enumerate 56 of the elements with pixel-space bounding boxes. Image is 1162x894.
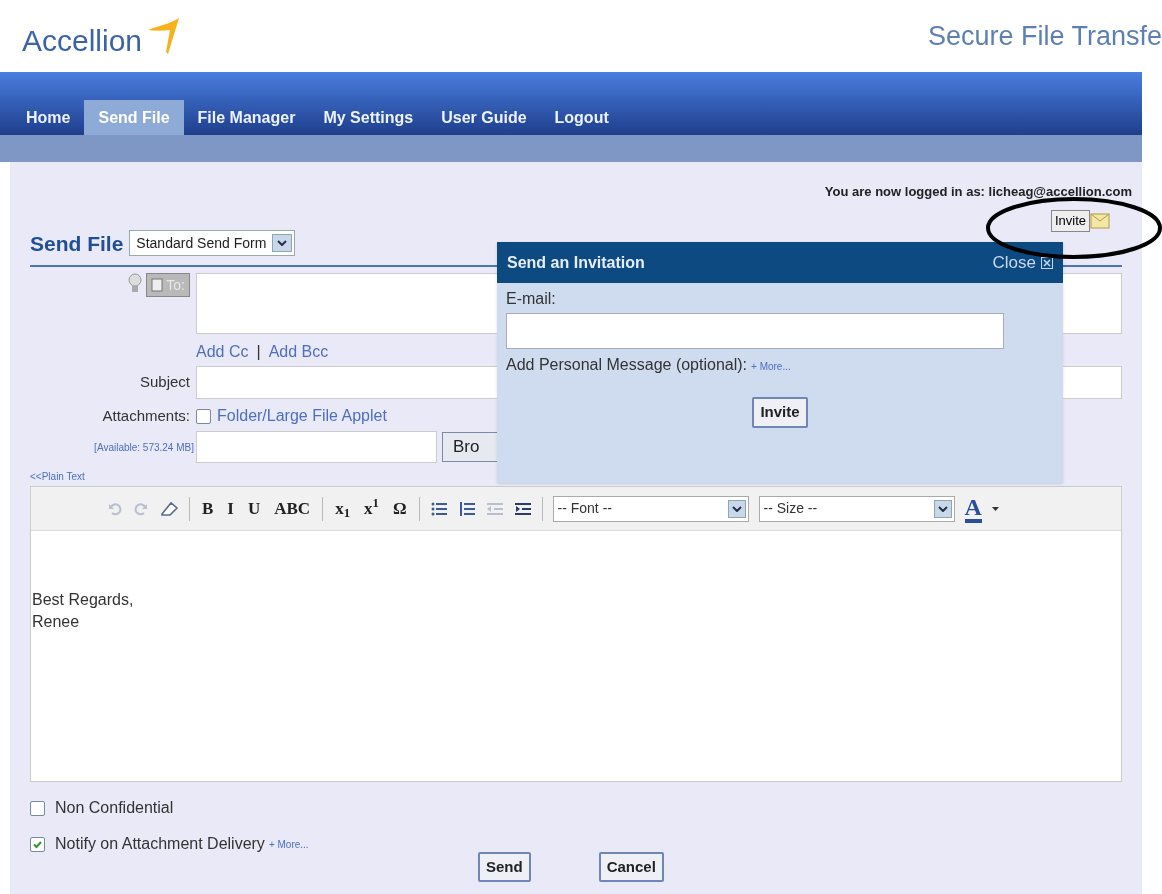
email-field[interactable] [506, 313, 1004, 349]
add-cc-link[interactable]: Add Cc [196, 340, 249, 364]
logo-text: Accellion [22, 26, 143, 56]
indent-icon[interactable] [513, 500, 532, 517]
subject-label: Subject [139, 372, 190, 393]
option-label: Non Confidential [55, 798, 174, 818]
nav-tab[interactable]: My Settings [309, 100, 428, 135]
close-icon [1041, 256, 1053, 269]
format-button[interactable]: B [200, 495, 216, 522]
logo-swoosh-icon [146, 16, 181, 56]
tagline: Secure File Transfe [927, 19, 1162, 53]
applet-link[interactable]: Folder/Large File Applet [217, 404, 387, 428]
toolbar-dropdown[interactable]: -- Font -- [552, 495, 749, 522]
eraser-icon[interactable] [159, 499, 179, 518]
applet-checkbox[interactable] [196, 408, 211, 424]
option-label: Notify on Attachment Delivery [55, 834, 265, 854]
format-button[interactable]: U [245, 495, 263, 522]
lightbulb-icon [128, 273, 143, 295]
message-label: Add Personal Message (optional): [506, 355, 748, 375]
file-path-field[interactable] [196, 431, 437, 463]
caret-icon[interactable] [991, 506, 999, 511]
available-space: [Available: 573.24 MB] [94, 440, 194, 455]
font-color-button[interactable]: A [964, 494, 982, 523]
format-button[interactable]: ABC [272, 495, 313, 522]
message-body[interactable]: Best Regards, Renee [31, 531, 1121, 781]
link-separator: | [256, 342, 261, 362]
format-button[interactable]: Ω [390, 495, 409, 522]
bulleted-list-icon[interactable] [429, 500, 448, 517]
invite-button[interactable]: Invite [1050, 209, 1090, 232]
nav-tab[interactable]: Logout [540, 100, 623, 135]
format-button[interactable]: x$^{1}$ [362, 495, 381, 522]
message-line: Renee [32, 612, 80, 632]
attachments-label: Attachments: [102, 405, 190, 426]
nav-tab[interactable]: File Manager [183, 100, 310, 135]
form-button[interactable]: Cancel [598, 852, 664, 882]
page-title: Send File [30, 230, 124, 257]
invite-submit-button[interactable]: Invite [752, 397, 808, 428]
form-button[interactable]: Send [478, 852, 531, 882]
option-checkbox[interactable] [30, 836, 45, 852]
toolbar-dropdown[interactable]: -- Size -- [758, 495, 955, 522]
message-line: Best Regards, [32, 590, 134, 610]
login-status: You are now logged in as: licheag@accellion.com [824, 183, 1132, 201]
envelope-icon[interactable] [1090, 211, 1110, 230]
nav-tab[interactable]: Home [12, 100, 85, 135]
close-button[interactable]: Close [992, 249, 1053, 276]
more-link[interactable]: + More... [751, 359, 791, 374]
format-button[interactable]: x$_{1}$ [333, 495, 353, 522]
format-button[interactable]: I [225, 495, 236, 522]
more-link[interactable]: + More... [268, 836, 309, 852]
option-checkbox[interactable] [30, 800, 45, 816]
nav-tab[interactable]: User Guide [427, 100, 541, 135]
email-label: E-mail: [506, 290, 556, 307]
add-bcc-link[interactable]: Add Bcc [268, 340, 329, 364]
popup-title: Send an Invitation [507, 252, 645, 273]
form-type-dropdown[interactable]: Standard Send Form [129, 230, 296, 257]
numbered-list-icon[interactable] [457, 500, 476, 517]
